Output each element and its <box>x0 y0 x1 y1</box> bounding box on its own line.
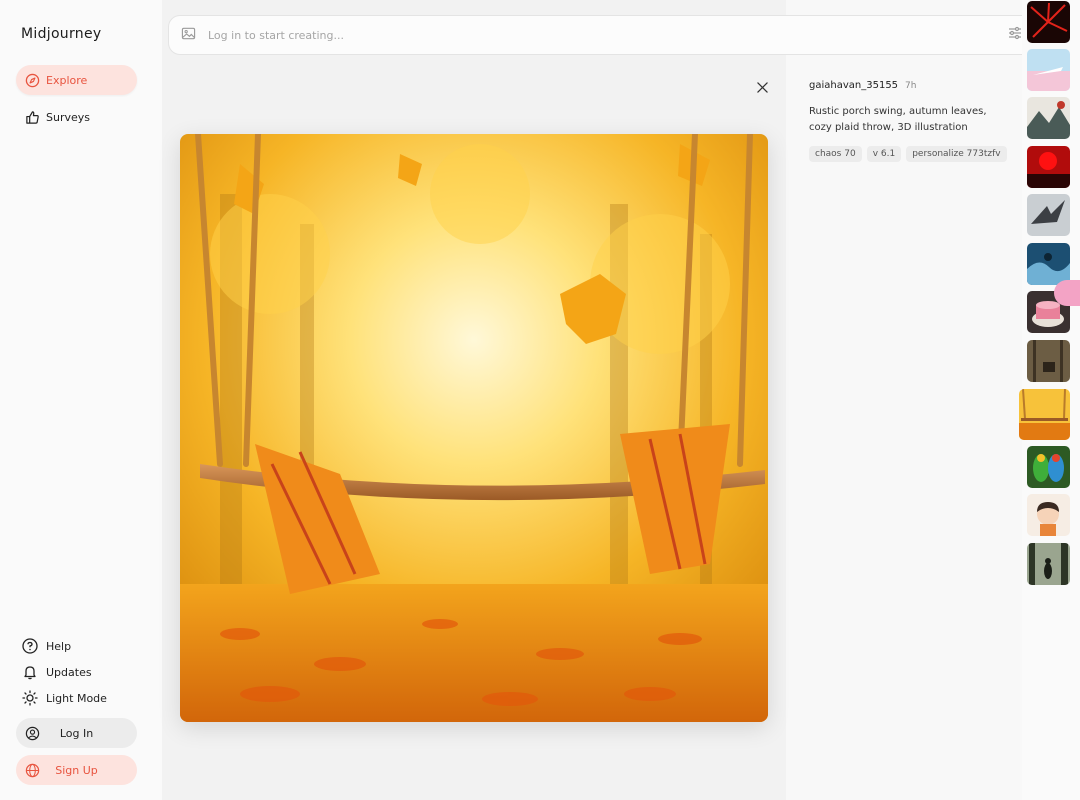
thumbs-up-icon <box>24 109 40 125</box>
parameter-tags: chaos 70 v 6.1 personalize 773tzfv <box>809 146 1007 162</box>
updates-label: Updates <box>46 665 92 679</box>
sidebar-item-label: Explore <box>46 73 88 87</box>
thumb-autumn-swing[interactable] <box>1019 389 1070 440</box>
sidebar-item-surveys[interactable]: Surveys <box>16 102 137 132</box>
prompt-text: Rustic porch swing, autumn leaves, cozy … <box>809 106 987 133</box>
prompt-bar[interactable] <box>168 15 1036 55</box>
sun-icon <box>22 690 38 706</box>
sidebar-item-explore[interactable]: Explore <box>16 65 137 95</box>
thumb-red-fireworks[interactable] <box>1027 1 1070 43</box>
globe-icon <box>24 762 40 778</box>
tag-version: v 6.1 <box>866 146 902 162</box>
username-link[interactable]: gaiahavan_35155 <box>809 80 898 91</box>
thumb-pastel-sky[interactable] <box>1027 49 1070 91</box>
bell-icon <box>22 664 38 680</box>
sidebar: Midjourney Explore Surveys Help Updates … <box>0 0 162 800</box>
tag-personalize: personalize 773tzfv <box>906 146 1007 162</box>
updates-link[interactable]: Updates <box>22 664 92 680</box>
author-line: gaiahavan_35155 7h <box>809 80 916 91</box>
sidebar-item-label: Surveys <box>46 110 90 124</box>
user-circle-icon <box>24 725 40 741</box>
light-mode-toggle[interactable]: Light Mode <box>22 690 107 706</box>
settings-sliders-icon[interactable] <box>1007 25 1023 45</box>
tag-chaos: chaos 70 <box>809 146 862 162</box>
login-button[interactable]: Log In <box>16 718 137 748</box>
signup-label: Sign Up <box>55 763 98 777</box>
brand-logo-text[interactable]: Midjourney <box>21 26 101 42</box>
thumb-winged-creature[interactable] <box>1027 194 1070 236</box>
login-label: Log In <box>59 726 94 740</box>
thumb-forest-figure[interactable] <box>1027 543 1070 585</box>
thumb-ocean-wave[interactable] <box>1027 243 1070 285</box>
compass-icon <box>24 72 40 88</box>
light-mode-label: Light Mode <box>46 691 107 705</box>
signup-button[interactable]: Sign Up <box>16 755 137 785</box>
help-circle-icon <box>22 638 38 654</box>
prompt-input[interactable] <box>206 27 1007 43</box>
thumb-red-sun[interactable] <box>1027 146 1070 188</box>
thumb-deer-forest[interactable] <box>1027 340 1070 382</box>
help-link[interactable]: Help <box>22 638 71 654</box>
help-label: Help <box>46 639 72 653</box>
feedback-tab[interactable] <box>1054 280 1080 306</box>
timestamp: 7h <box>905 81 917 91</box>
generated-image[interactable] <box>180 134 768 722</box>
close-icon[interactable] <box>754 79 770 95</box>
thumb-parrots[interactable] <box>1027 446 1070 488</box>
thumb-ink-landscape[interactable] <box>1027 97 1070 139</box>
thumb-cartoon-girl[interactable] <box>1027 494 1070 536</box>
image-icon[interactable] <box>181 26 196 45</box>
